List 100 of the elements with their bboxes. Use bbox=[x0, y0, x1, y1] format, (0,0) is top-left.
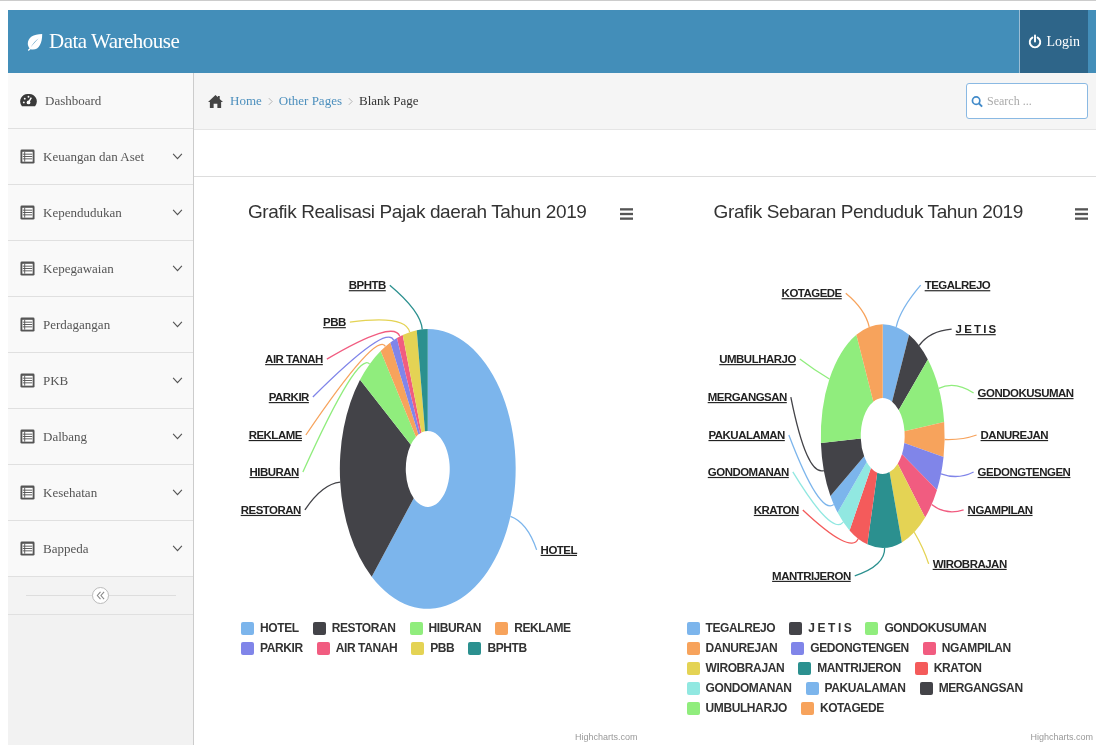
slice-label: BPHTB bbox=[348, 279, 386, 292]
chevron-right-icon bbox=[267, 96, 273, 106]
double-chevron-left-icon bbox=[96, 591, 105, 600]
legend-item[interactable]: GONDOKUSUMAN bbox=[865, 621, 987, 635]
donut-slice[interactable] bbox=[891, 334, 928, 410]
legend-label: DANUREJAN bbox=[705, 641, 778, 655]
legend-item[interactable]: KRATON bbox=[914, 661, 982, 675]
search-field[interactable]: Search ... bbox=[966, 83, 1088, 119]
legend-item[interactable]: NGAMPILAN bbox=[922, 641, 1011, 655]
slice-label: UMBULHARJO bbox=[718, 353, 796, 366]
legend-label: WIROBRAJAN bbox=[705, 661, 785, 675]
list-icon bbox=[20, 261, 35, 276]
collapse-button[interactable] bbox=[92, 587, 109, 604]
donut-slice[interactable] bbox=[390, 338, 421, 435]
slice-label: KRATON bbox=[753, 503, 799, 516]
legend-item[interactable]: BPHTB bbox=[468, 641, 527, 655]
slice-label: GEDONGTENGEN bbox=[977, 465, 1070, 478]
slice-label: PAKUALAMAN bbox=[708, 429, 785, 441]
leader-line bbox=[304, 481, 341, 511]
legend-item[interactable]: GONDOMANAN bbox=[686, 681, 792, 695]
chevron-down-icon bbox=[172, 545, 183, 552]
legend-item[interactable]: RESTORAN bbox=[312, 621, 396, 635]
slice-label: J E T I S bbox=[955, 323, 996, 336]
legend-label: GONDOKUSUMAN bbox=[884, 621, 987, 635]
chevron-down-icon bbox=[172, 209, 183, 216]
donut-slice[interactable] bbox=[829, 456, 867, 513]
legend-item[interactable]: TEGALREJO bbox=[686, 621, 776, 635]
legend-label: J E T I S bbox=[808, 621, 852, 635]
legend-item[interactable]: GEDONGTENGEN bbox=[791, 641, 909, 655]
sidebar-item[interactable]: Kependudukan bbox=[8, 185, 193, 241]
chart-title: Grafik Sebaran Penduduk Tahun 2019 bbox=[713, 201, 1023, 224]
slice-label: MANTRIJERON bbox=[771, 569, 851, 582]
legend-label: BPHTB bbox=[487, 641, 527, 655]
slice-label: PBB bbox=[323, 316, 346, 329]
sidebar-item[interactable]: Perdagangan bbox=[8, 297, 193, 353]
chevron-down-icon bbox=[172, 489, 183, 496]
leader-line bbox=[913, 531, 929, 565]
credit-text: Highcharts.com bbox=[1030, 732, 1093, 742]
slice-label: TEGALREJO bbox=[924, 279, 990, 292]
sidebar-item[interactable]: Dashboard bbox=[8, 73, 193, 129]
donut-slice[interactable] bbox=[339, 379, 414, 577]
legend-label: REKLAME bbox=[514, 621, 571, 635]
legend-label: MANTRIJERON bbox=[817, 661, 901, 675]
legend-item[interactable]: DANUREJAN bbox=[686, 641, 778, 655]
legend-label: HOTEL bbox=[260, 621, 299, 635]
donut-slice[interactable] bbox=[898, 359, 944, 432]
slice-label: MERGANGSAN bbox=[707, 391, 787, 404]
sidebar-item[interactable]: Dalbang bbox=[8, 409, 193, 465]
legend-item[interactable]: MANTRIJERON bbox=[798, 661, 901, 675]
chevron-down-icon bbox=[172, 321, 183, 328]
chevron-down-icon bbox=[172, 265, 183, 272]
legend-item[interactable]: HOTEL bbox=[241, 621, 299, 635]
donut-slice[interactable] bbox=[360, 350, 416, 445]
menu-button[interactable] bbox=[1075, 207, 1088, 221]
list-icon bbox=[20, 373, 35, 388]
slice-label: DANUREJAN bbox=[980, 429, 1048, 441]
legend-item[interactable]: UMBULHARJO bbox=[686, 701, 787, 715]
list-icon bbox=[20, 149, 35, 164]
sidebar-item[interactable]: Keuangan dan Aset bbox=[8, 129, 193, 185]
donut-slice[interactable] bbox=[882, 324, 909, 402]
legend-item[interactable]: AIR TANAH bbox=[316, 641, 398, 655]
donut-slice[interactable] bbox=[380, 342, 419, 437]
sidebar-item[interactable]: Kepegawaian bbox=[8, 241, 193, 297]
legend-item[interactable]: MERGANGSAN bbox=[919, 681, 1023, 695]
legend-label: PBB bbox=[430, 641, 455, 655]
legend-item[interactable]: PARKIR bbox=[241, 641, 303, 655]
login-button[interactable]: Login bbox=[1018, 10, 1088, 73]
gauge-icon bbox=[20, 93, 37, 108]
slice-label: KOTAGEDE bbox=[781, 287, 842, 300]
list-icon bbox=[20, 205, 35, 220]
sidebar-item[interactable]: Kesehatan bbox=[8, 465, 193, 521]
legend-item[interactable]: WIROBRAJAN bbox=[686, 661, 785, 675]
chevron-down-icon bbox=[172, 433, 183, 440]
donut-slice[interactable] bbox=[837, 462, 871, 531]
list-icon bbox=[20, 485, 35, 500]
chevron-right-icon bbox=[347, 96, 353, 106]
legend-item[interactable]: PAKUALAMAN bbox=[805, 681, 906, 695]
legend-label: PARKIR bbox=[260, 641, 303, 655]
slice-label: GONDOKUSUMAN bbox=[977, 387, 1074, 400]
leader-line bbox=[939, 471, 974, 478]
leader-line bbox=[937, 384, 974, 394]
leader-line bbox=[930, 503, 964, 513]
leaf-icon bbox=[26, 32, 44, 51]
sidebar-item[interactable]: PKB bbox=[8, 353, 193, 409]
legend-item[interactable]: PBB bbox=[411, 641, 455, 655]
sidebar-item[interactable]: Bappeda bbox=[8, 521, 193, 577]
leader-line bbox=[844, 292, 870, 328]
legend-item[interactable]: KOTAGEDE bbox=[800, 701, 884, 715]
donut-slice[interactable] bbox=[371, 329, 516, 609]
legend-item[interactable]: HIBURAN bbox=[409, 621, 482, 635]
legend-item[interactable]: REKLAME bbox=[495, 621, 571, 635]
legend-item[interactable]: J E T I S bbox=[789, 621, 852, 635]
menu-button[interactable] bbox=[619, 207, 633, 221]
app-title: Data Warehouse bbox=[49, 29, 180, 54]
slice-label: RESTORAN bbox=[240, 503, 301, 516]
donut-slice[interactable] bbox=[820, 438, 864, 496]
slice-label: PARKIR bbox=[268, 391, 309, 404]
chart-title: Grafik Realisasi Pajak daerah Tahun 2019 bbox=[248, 201, 587, 224]
leader-line bbox=[853, 547, 885, 577]
breadcrumb-current: Blank Page bbox=[358, 93, 419, 109]
